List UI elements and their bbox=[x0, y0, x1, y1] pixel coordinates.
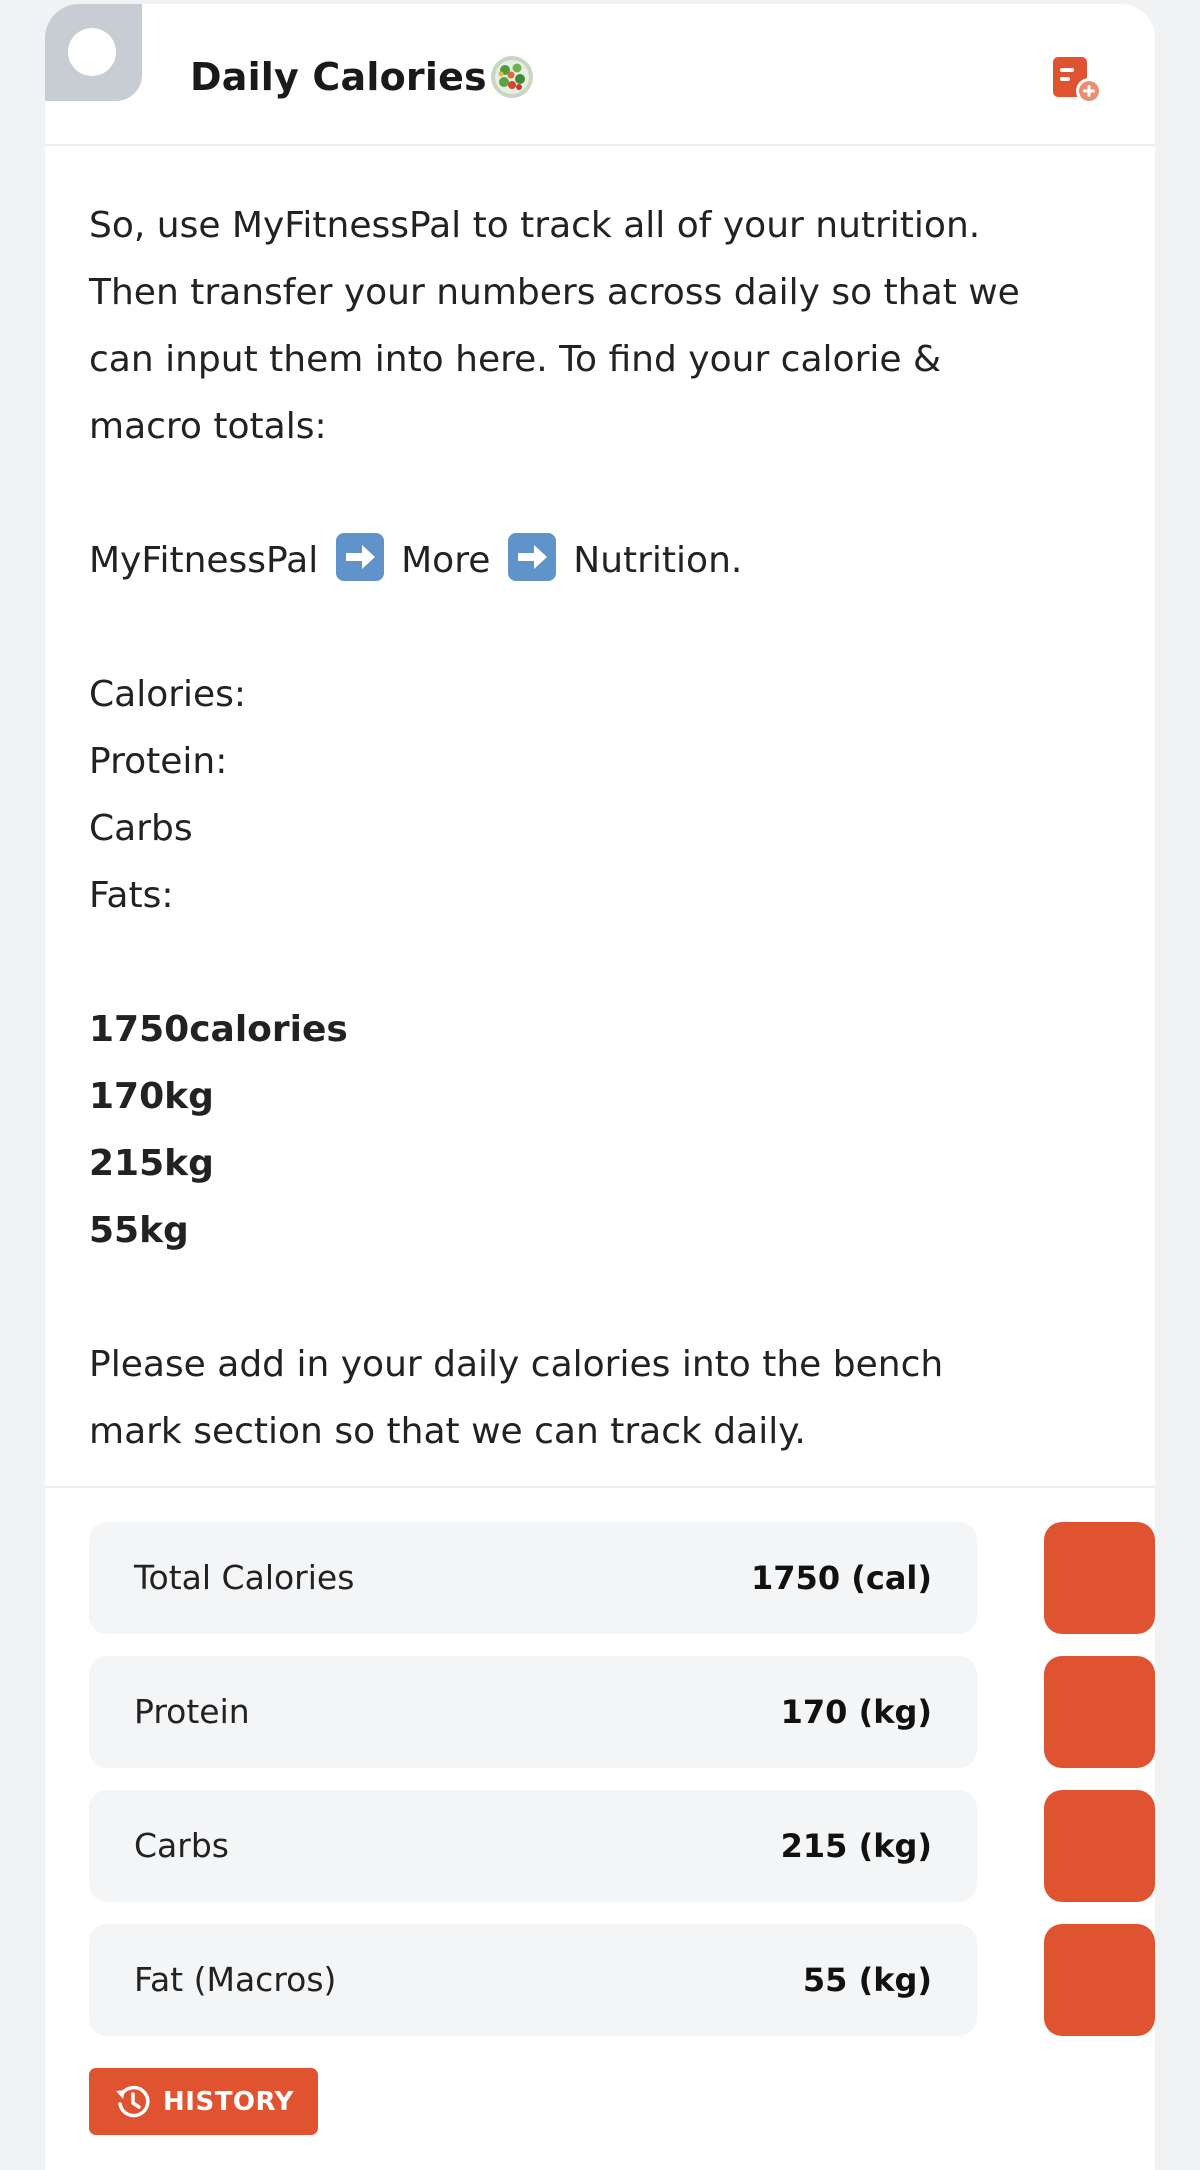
metric-label: Carbs bbox=[134, 1826, 229, 1865]
metric-action-button[interactable] bbox=[1044, 1924, 1155, 2036]
metric-box: Carbs 215 (kg) bbox=[89, 1790, 977, 1902]
instructions-text: So, use MyFitnessPal to track all of you… bbox=[89, 192, 1119, 1465]
outro-line: mark section so that we can track daily. bbox=[89, 1411, 806, 1452]
metric-box: Protein 170 (kg) bbox=[89, 1656, 977, 1768]
outro-line: Please add in your daily calories into t… bbox=[89, 1344, 944, 1385]
macro-label: Protein: bbox=[89, 741, 228, 782]
macro-label: Fats: bbox=[89, 875, 174, 916]
path-step: More bbox=[401, 540, 491, 581]
salad-emoji-icon bbox=[489, 54, 535, 100]
intro-line: Then transfer your numbers across daily … bbox=[89, 272, 1020, 313]
card-header: Daily Calories bbox=[45, 4, 1155, 146]
intro-line: can input them into here. To find your c… bbox=[89, 339, 942, 380]
avatar[interactable] bbox=[45, 4, 142, 101]
navigation-path: MyFitnessPal More Nutrition. bbox=[89, 527, 1119, 594]
history-button[interactable]: HISTORY bbox=[89, 2068, 318, 2135]
metric-row-fat: Fat (Macros) 55 (kg) bbox=[89, 1924, 1155, 2036]
macro-label: Carbs bbox=[89, 808, 193, 849]
metric-value: 1750 (cal) bbox=[751, 1559, 932, 1597]
metric-box: Fat (Macros) 55 (kg) bbox=[89, 1924, 977, 2036]
history-label: HISTORY bbox=[163, 2086, 294, 2117]
path-step: Nutrition. bbox=[573, 540, 743, 581]
metric-label: Fat (Macros) bbox=[134, 1960, 337, 1999]
metric-row-carbs: Carbs 215 (kg) bbox=[89, 1790, 1155, 1902]
metric-action-button[interactable] bbox=[1044, 1522, 1155, 1634]
macro-label: Calories: bbox=[89, 674, 247, 715]
metric-action-button[interactable] bbox=[1044, 1656, 1155, 1768]
metric-label: Total Calories bbox=[134, 1558, 355, 1597]
page-title: Daily Calories bbox=[190, 55, 487, 99]
metric-action-button[interactable] bbox=[1044, 1790, 1155, 1902]
section-divider bbox=[45, 1486, 1155, 1488]
path-step: MyFitnessPal bbox=[89, 540, 319, 581]
metric-box: Total Calories 1750 (cal) bbox=[89, 1522, 977, 1634]
macro-target: 1750calories bbox=[89, 1009, 348, 1050]
right-arrow-emoji-icon bbox=[507, 533, 556, 581]
macro-target: 170kg bbox=[89, 1076, 214, 1117]
add-note-button[interactable] bbox=[1051, 55, 1105, 107]
metric-value: 215 (kg) bbox=[780, 1827, 932, 1865]
metric-value: 170 (kg) bbox=[780, 1693, 932, 1731]
metric-value: 55 (kg) bbox=[802, 1961, 932, 1999]
history-icon bbox=[116, 2085, 150, 2117]
add-note-icon bbox=[1053, 57, 1102, 104]
intro-line: macro totals: bbox=[89, 406, 327, 447]
daily-calories-card: Daily Calories So, use MyFitnessPal to t… bbox=[45, 4, 1155, 2170]
title-wrap: Daily Calories bbox=[190, 54, 535, 100]
avatar-dot bbox=[68, 28, 116, 76]
metric-row-total-calories: Total Calories 1750 (cal) bbox=[89, 1522, 1155, 1634]
macro-target: 215kg bbox=[89, 1143, 214, 1184]
right-arrow-emoji-icon bbox=[335, 533, 384, 581]
metric-label: Protein bbox=[134, 1692, 250, 1731]
intro-line: So, use MyFitnessPal to track all of you… bbox=[89, 205, 981, 246]
metric-row-protein: Protein 170 (kg) bbox=[89, 1656, 1155, 1768]
macro-target: 55kg bbox=[89, 1210, 189, 1251]
